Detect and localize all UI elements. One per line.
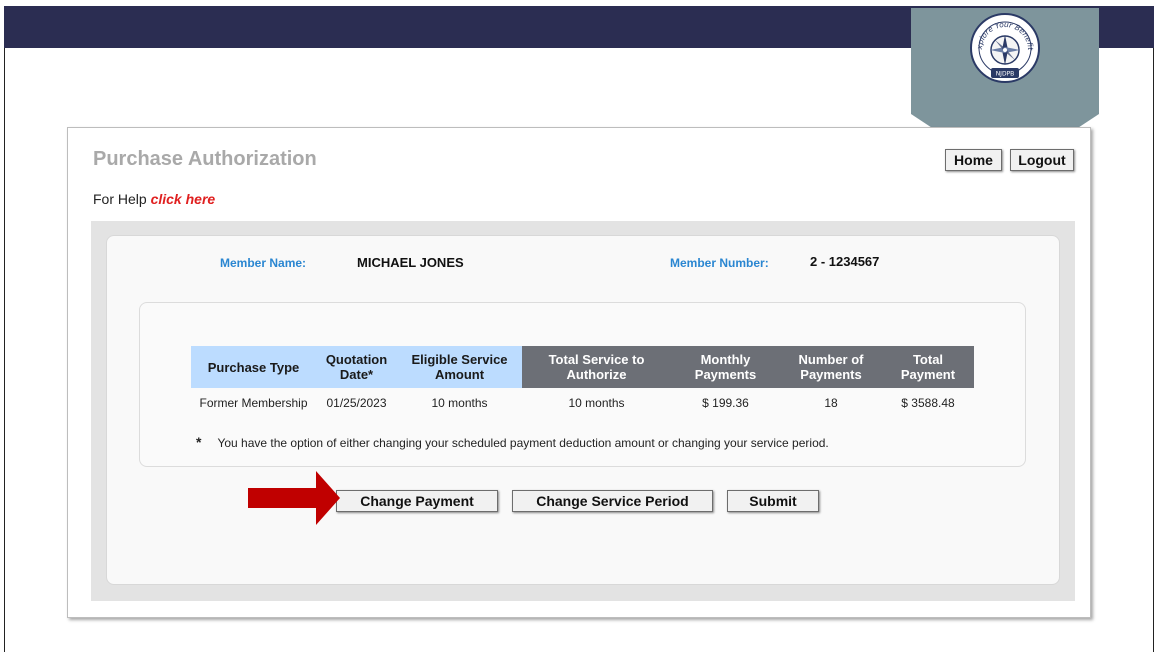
purchase-authorization-card: Purchase Authorization For Help click he… [67,127,1091,618]
cell-purchase-type: Former Membership [199,396,308,410]
member-name-label: Member Name: [220,256,307,270]
cell-quotation-date: 01/25/2023 [326,396,387,410]
logo-subtext: NJDPB [996,71,1015,78]
column-header-purchase-type: Purchase Type [191,346,316,388]
member-number-label: Member Number: [670,256,769,270]
help-prefix: For Help [93,191,151,207]
cell-monthly-payments: $ 199.36 [702,396,749,410]
home-button[interactable]: Home [945,149,1002,171]
member-name-value: MICHAEL JONES [357,255,464,270]
note-text: You have the option of either changing y… [217,436,829,450]
column-header-total-payment: Total Payment [882,346,974,388]
payment-note: * You have the option of either changing … [196,434,829,450]
cell-eligible-service: 10 months [431,396,488,410]
cell-total-service: 10 months [568,396,625,410]
note-asterisk: * [196,434,202,450]
content-panel: Member Name: MICHAEL JONES Member Number… [91,221,1075,601]
column-header-number-of-payments: Number of Payments [780,346,882,388]
help-text: For Help click here [93,191,215,207]
column-header-eligible-service: Eligible Service Amount [397,346,522,388]
cell-total-payment: $ 3588.48 [901,396,955,410]
member-number-value: 2 - 1234567 [810,254,880,269]
cell-number-of-payments: 18 [824,396,838,410]
submit-button[interactable]: Submit [727,490,819,512]
column-header-quotation-date: Quotation Date* [316,346,397,388]
column-header-monthly-payments: Monthly Payments [671,346,780,388]
compass-logo-icon: Explore Your Benefits NJDPB [969,12,1040,83]
red-pointer-arrow-icon [248,471,340,525]
page-title: Purchase Authorization [93,148,317,170]
purchase-table-panel: Purchase Type Quotation Date* Eligible S… [139,302,1026,467]
logout-button[interactable]: Logout [1010,149,1074,171]
change-service-period-button[interactable]: Change Service Period [512,490,713,512]
column-header-total-service: Total Service to Authorize [522,346,671,388]
member-panel: Member Name: MICHAEL JONES Member Number… [106,235,1060,585]
change-payment-button[interactable]: Change Payment [336,490,498,512]
help-link[interactable]: click here [151,191,216,207]
